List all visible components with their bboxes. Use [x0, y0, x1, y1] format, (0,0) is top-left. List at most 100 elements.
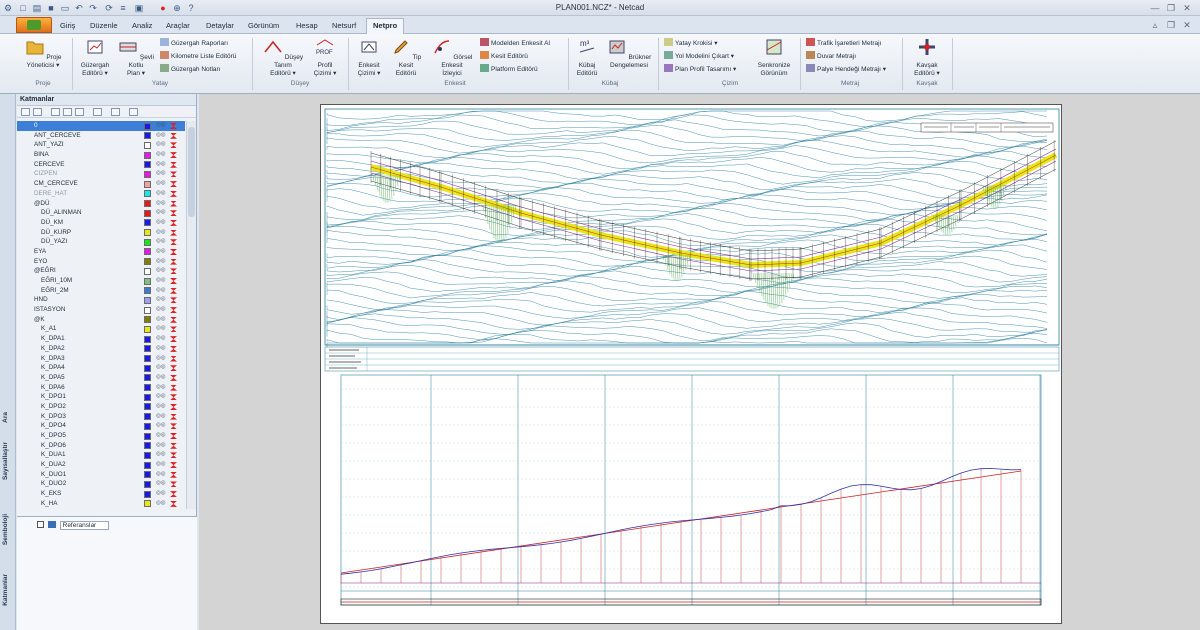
layer-color-swatch[interactable] [144, 374, 151, 382]
visibility-icon[interactable]: ◎◎ [156, 460, 166, 470]
layer-color-swatch[interactable] [144, 190, 151, 198]
visibility-icon[interactable]: ◎◎ [156, 344, 166, 354]
visibility-icon[interactable]: ◎◎ [156, 402, 166, 412]
visibility-icon[interactable]: ◎◎ [156, 266, 166, 276]
lock-icon[interactable] [170, 219, 177, 226]
layer-color-swatch[interactable] [144, 229, 151, 237]
layer-row[interactable]: CM_CERCEVE ◎◎ [17, 179, 185, 189]
visibility-icon[interactable]: ◎◎ [156, 315, 166, 325]
side-tab-sayisallastir[interactable]: Sayısallaştır [2, 442, 9, 480]
layer-color-swatch[interactable] [144, 471, 151, 479]
drawing-canvas[interactable] [199, 94, 1200, 630]
kavsak-editoru-button[interactable]: Kavşak Editörü ▾ [906, 37, 948, 78]
layer-color-swatch[interactable] [144, 345, 151, 353]
layer-color-swatch[interactable] [144, 355, 151, 362]
tab-giris[interactable]: Giriş [60, 19, 75, 34]
layer-row[interactable]: K_DPA6 ◎◎ [17, 383, 185, 393]
tab-netpro[interactable]: Netpro [366, 18, 405, 35]
yatay-krokisi-button[interactable]: Yatay Krokisi ▾ [664, 38, 718, 49]
kesit-editoru-button[interactable]: Kesit Editörü [480, 51, 528, 62]
visibility-icon[interactable]: ◎◎ [156, 431, 166, 441]
visibility-icon[interactable]: ◎◎ [156, 421, 166, 431]
layer-row[interactable]: ANT_CERCEVE ◎◎ [17, 131, 185, 141]
modelden-enkesit-al-button[interactable]: Modelden Enkesit Al [480, 38, 550, 49]
layer-row[interactable]: K_DPA1 ◎◎ [17, 334, 185, 344]
layer-color-swatch[interactable] [144, 384, 151, 392]
lock-icon[interactable] [170, 481, 177, 488]
hide-all-icon[interactable] [63, 108, 72, 116]
visibility-icon[interactable]: ◎◎ [156, 479, 166, 489]
lock-icon[interactable] [170, 161, 177, 168]
lock-all-icon[interactable] [75, 108, 84, 116]
layer-row[interactable]: CIZPEN ◎◎ [17, 169, 185, 179]
profil-cizimi-button[interactable]: PROF Profil Çizimi ▾ [310, 37, 340, 78]
lock-icon[interactable] [170, 433, 177, 439]
visibility-icon[interactable]: ◎◎ [156, 412, 166, 422]
references-item[interactable]: Referanslar [37, 521, 110, 531]
layer-row[interactable]: 0 ◎◎ [17, 121, 185, 131]
layer-row[interactable]: K_EKS ◎◎ [17, 489, 185, 499]
layer-row[interactable]: EĞRI_2M ◎◎ [17, 286, 185, 296]
duvar-metraji-button[interactable]: Duvar Metrajı [806, 51, 856, 62]
tab-araclar[interactable]: Araçlar [166, 19, 190, 34]
brukner-dengelemesi-button[interactable]: Brükner Dengelemesi [606, 37, 652, 70]
layer-row[interactable]: DÜ_KURP ◎◎ [17, 228, 185, 238]
layer-color-swatch[interactable] [144, 209, 151, 217]
lock-icon[interactable] [170, 278, 177, 284]
lock-icon[interactable] [170, 268, 177, 275]
layer-color-swatch[interactable] [144, 200, 151, 207]
layer-color-swatch[interactable] [144, 490, 151, 498]
visibility-icon[interactable]: ◎◎ [156, 324, 166, 334]
layer-color-swatch[interactable] [144, 219, 151, 227]
visibility-icon[interactable]: ◎◎ [156, 392, 166, 402]
restore-icon[interactable]: ❐ [1164, 2, 1178, 14]
lock-icon[interactable] [170, 152, 177, 159]
kilometre-liste-editoru-button[interactable]: Kilometre Liste Editörü [160, 51, 236, 62]
lock-icon[interactable] [170, 374, 177, 381]
visibility-icon[interactable]: ◎◎ [156, 499, 166, 509]
sevli-kotlu-plan-button[interactable]: Şevli Kotlu Plan ▾ [116, 37, 156, 78]
layer-color-swatch[interactable] [144, 180, 151, 188]
proje-yoneticisi-button[interactable]: Proje Yöneticisi ▾ [18, 37, 68, 70]
layer-row[interactable]: HND ◎◎ [17, 295, 185, 305]
lock-icon[interactable] [170, 123, 177, 129]
layer-row[interactable]: CERCEVE ◎◎ [17, 160, 185, 170]
visibility-icon[interactable]: ◎◎ [156, 189, 166, 199]
side-tab-katmanlar[interactable]: Katmanlar [2, 574, 9, 606]
layer-color-swatch[interactable] [144, 238, 151, 246]
lock-icon[interactable] [170, 307, 177, 314]
lock-icon[interactable] [170, 336, 177, 343]
tab-analiz[interactable]: Analiz [132, 19, 152, 34]
layer-color-swatch[interactable] [144, 442, 151, 450]
layer-row[interactable]: K_DUA2 ◎◎ [17, 460, 185, 470]
layer-color-swatch[interactable] [144, 393, 151, 401]
lock-icon[interactable] [170, 316, 177, 323]
lock-icon[interactable] [170, 200, 177, 207]
layer-color-swatch[interactable] [144, 461, 151, 469]
layer-row[interactable]: EĞRI_10M ◎◎ [17, 276, 185, 286]
scrollbar-thumb[interactable] [188, 127, 195, 217]
lock-icon[interactable] [170, 210, 177, 217]
layer-color-swatch[interactable] [144, 170, 151, 178]
yol-modelini-cikart-button[interactable]: Yol Modelini Çıkart ▾ [664, 51, 734, 62]
show-all-icon[interactable] [51, 108, 60, 116]
layer-color-swatch[interactable] [144, 151, 151, 159]
layer-row[interactable]: K_HA ◎◎ [17, 499, 185, 509]
lock-icon[interactable] [170, 452, 177, 459]
layer-color-swatch[interactable] [144, 141, 151, 149]
lock-icon[interactable] [170, 500, 177, 507]
layer-color-swatch[interactable] [144, 480, 151, 488]
lock-icon[interactable] [170, 181, 177, 188]
visibility-icon[interactable]: ◎◎ [156, 489, 166, 499]
plan-profil-tasarimi-button[interactable]: Plan Profil Tasarımı ▾ [664, 64, 736, 75]
dusey-tanim-editoru-button[interactable]: Düşey Tanım Editörü ▾ [258, 37, 308, 78]
lock-icon[interactable] [170, 297, 177, 304]
visibility-icon[interactable]: ◎◎ [156, 286, 166, 296]
layer-row[interactable]: K_DPA3 ◎◎ [17, 354, 185, 364]
visibility-icon[interactable]: ◎◎ [156, 228, 166, 238]
layer-color-swatch[interactable] [144, 132, 151, 140]
ribbon-close-icon[interactable]: ✕ [1180, 19, 1194, 31]
layer-row[interactable]: K_DPA5 ◎◎ [17, 373, 185, 383]
visibility-icon[interactable]: ◎◎ [156, 470, 166, 480]
visibility-icon[interactable]: ◎◎ [156, 247, 166, 257]
